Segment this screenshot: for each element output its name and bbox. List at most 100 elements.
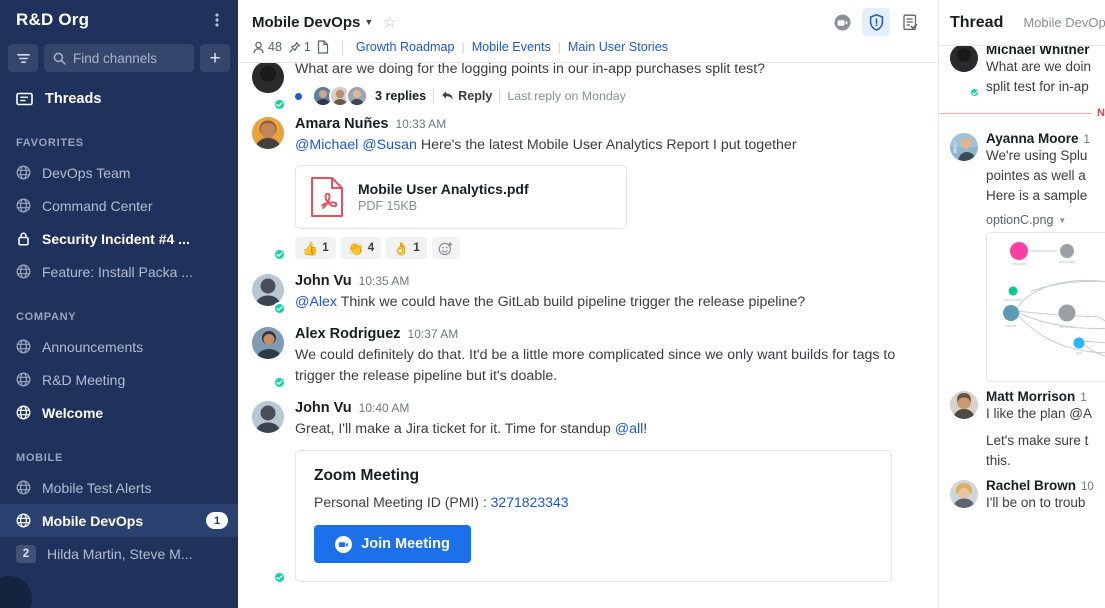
- author-name[interactable]: Rachel Brown: [986, 478, 1076, 493]
- pin-icon: [289, 41, 301, 53]
- search-input[interactable]: Find channels: [44, 44, 194, 72]
- thread-reply-item: Matt Morrison 1 I like the plan @A Let's…: [950, 389, 1105, 471]
- filter-icon[interactable]: [8, 44, 38, 72]
- channel-pinned[interactable]: 1: [288, 40, 311, 54]
- sidebar-item-label: R&D Meeting: [42, 371, 126, 388]
- file-attachment-card[interactable]: Mobile User Analytics.pdf PDF 15KB: [295, 165, 627, 229]
- sidebar-item-hilda-martin-steve-m[interactable]: 2 Hilda Martin, Steve M...: [0, 537, 238, 570]
- unread-badge: 1: [206, 512, 228, 529]
- message-text: What are we doin: [986, 59, 1092, 74]
- chevron-down-icon[interactable]: ▼: [1058, 216, 1066, 225]
- author-name[interactable]: Amara Nuñes: [295, 114, 388, 134]
- file-icon: [317, 40, 328, 54]
- message-text-after: !: [643, 421, 648, 437]
- avatar[interactable]: [252, 117, 284, 149]
- reaction-count: 1: [413, 242, 420, 254]
- channel-members[interactable]: 48: [252, 40, 282, 54]
- members-count: 48: [268, 40, 282, 54]
- thread-panel-body[interactable]: Michael Whitner What are we doin split t…: [939, 46, 1105, 608]
- search-icon: [53, 52, 66, 65]
- channel-link-main-user-stories[interactable]: Main User Stories: [568, 40, 668, 54]
- sidebar-category-company[interactable]: COMPANY: [0, 304, 238, 330]
- join-meeting-button[interactable]: Join Meeting: [314, 525, 471, 563]
- avatar[interactable]: [252, 401, 284, 433]
- avatar-wrapper: [252, 271, 286, 315]
- avatar[interactable]: [950, 133, 978, 161]
- zoom-call-icon[interactable]: [828, 8, 856, 36]
- sidebar-item-label: Security Incident #4 ...: [42, 230, 190, 247]
- message-text: Great, I'll make a Jira ticket for it. T…: [295, 419, 924, 440]
- author-name[interactable]: John Vu: [295, 271, 352, 291]
- mention-link[interactable]: @Michael: [295, 137, 358, 153]
- sidebar-item-threads[interactable]: Threads: [0, 82, 238, 116]
- author-name[interactable]: Matt Morrison: [986, 389, 1075, 404]
- sidebar-item-announcements[interactable]: Announcements: [0, 330, 238, 363]
- thread-reply-item: Rachel Brown 10 I'll be on to troub: [950, 478, 1105, 513]
- new-messages-separator: N: [939, 107, 1105, 119]
- thread-reply-item: Ayanna Moore 1 We're using Splu pointes …: [950, 131, 1105, 382]
- thread-participants: [312, 85, 368, 107]
- mention-link[interactable]: @all: [615, 421, 644, 437]
- channel-link-growth-roadmap[interactable]: Growth Roadmap: [356, 40, 455, 54]
- author-name[interactable]: Alex Rodriguez: [295, 324, 401, 344]
- online-status-badge: [273, 376, 286, 389]
- sidebar-item-mobile-devops[interactable]: Mobile DevOps 1: [0, 504, 238, 537]
- channel-link-mobile-events[interactable]: Mobile Events: [472, 40, 551, 54]
- channel-name[interactable]: Mobile DevOps: [252, 14, 360, 31]
- avatar[interactable]: [950, 46, 978, 72]
- shield-icon[interactable]: [862, 8, 890, 36]
- message-text: split test for in-ap: [986, 79, 1089, 94]
- globe-icon: [16, 339, 31, 354]
- reply-label: Reply: [458, 89, 493, 103]
- avatar-wrapper: [950, 389, 978, 471]
- mention-link[interactable]: @Susan: [362, 137, 417, 153]
- image-attachment-preview[interactable]: deployed app-config provisioned notifica…: [986, 232, 1105, 382]
- reply-button[interactable]: Reply: [441, 89, 492, 103]
- channel-files[interactable]: [317, 40, 329, 54]
- author-name[interactable]: John Vu: [295, 398, 352, 418]
- add-channel-button[interactable]: +: [200, 44, 230, 72]
- reaction-chip[interactable]: 👌 1: [386, 237, 427, 259]
- sidebar-item-devops-team[interactable]: DevOps Team: [0, 156, 238, 189]
- message-text: We're using Splu: [986, 148, 1088, 163]
- thread-panel-channel[interactable]: Mobile DevOps: [1023, 15, 1105, 30]
- divider: [499, 89, 501, 103]
- reaction-chip[interactable]: 👍 1: [295, 237, 336, 259]
- channel-header-actions: [828, 8, 924, 36]
- kebab-menu-icon[interactable]: [206, 9, 228, 31]
- avatar[interactable]: [950, 480, 978, 508]
- sidebar-item-welcome[interactable]: Welcome: [0, 396, 238, 429]
- timestamp: 10:35 AM: [358, 274, 410, 288]
- sidebar-category-favorites[interactable]: FAVORITES: [0, 130, 238, 156]
- thread-summary-bar[interactable]: 3 replies Reply Last reply on Monday: [295, 83, 924, 109]
- image-attachment-header[interactable]: optionC.png ▼: [986, 213, 1105, 227]
- sidebar-item-r-d-meeting[interactable]: R&D Meeting: [0, 363, 238, 396]
- thread-reply-body: Ayanna Moore 1 We're using Splu pointes …: [986, 131, 1105, 382]
- reply-arrow-icon: [442, 91, 453, 101]
- avatar[interactable]: [950, 391, 978, 419]
- message-header: John Vu 10:40 AM: [295, 398, 924, 418]
- star-outline-icon[interactable]: ☆: [383, 13, 396, 31]
- sidebar-item-security-incident-4[interactable]: Security Incident #4 ...: [0, 222, 238, 255]
- replies-count[interactable]: 3 replies: [375, 89, 426, 103]
- message-text: Let's make sure t: [986, 433, 1089, 448]
- message-text: Here is a sample: [986, 188, 1088, 203]
- message-list[interactable]: What are we doing for the logging points…: [238, 63, 938, 608]
- sidebar-item-command-center[interactable]: Command Center: [0, 189, 238, 222]
- avatar[interactable]: [252, 63, 284, 93]
- sidebar-category-mobile[interactable]: MOBILE: [0, 445, 238, 471]
- mention-link[interactable]: @Alex: [295, 294, 337, 310]
- zoom-pmi-number[interactable]: 3271823343: [491, 494, 569, 510]
- message-text: I'll be on to troub: [986, 495, 1086, 510]
- author-name[interactable]: Michael Whitner: [986, 46, 1105, 57]
- author-name[interactable]: Ayanna Moore: [986, 131, 1079, 146]
- threads-label: Threads: [45, 91, 102, 107]
- playbook-checklist-icon[interactable]: [896, 8, 924, 36]
- chevron-down-icon[interactable]: ▼: [364, 17, 373, 27]
- sidebar-item-mobile-test-alerts[interactable]: Mobile Test Alerts: [0, 471, 238, 504]
- sidebar-item-feature-install-packa[interactable]: Feature: Install Packa ...: [0, 255, 238, 288]
- globe-icon: [16, 513, 31, 528]
- add-reaction-icon[interactable]: [431, 237, 460, 259]
- avatar[interactable]: [252, 327, 284, 359]
- reaction-chip[interactable]: 👏 4: [340, 237, 382, 259]
